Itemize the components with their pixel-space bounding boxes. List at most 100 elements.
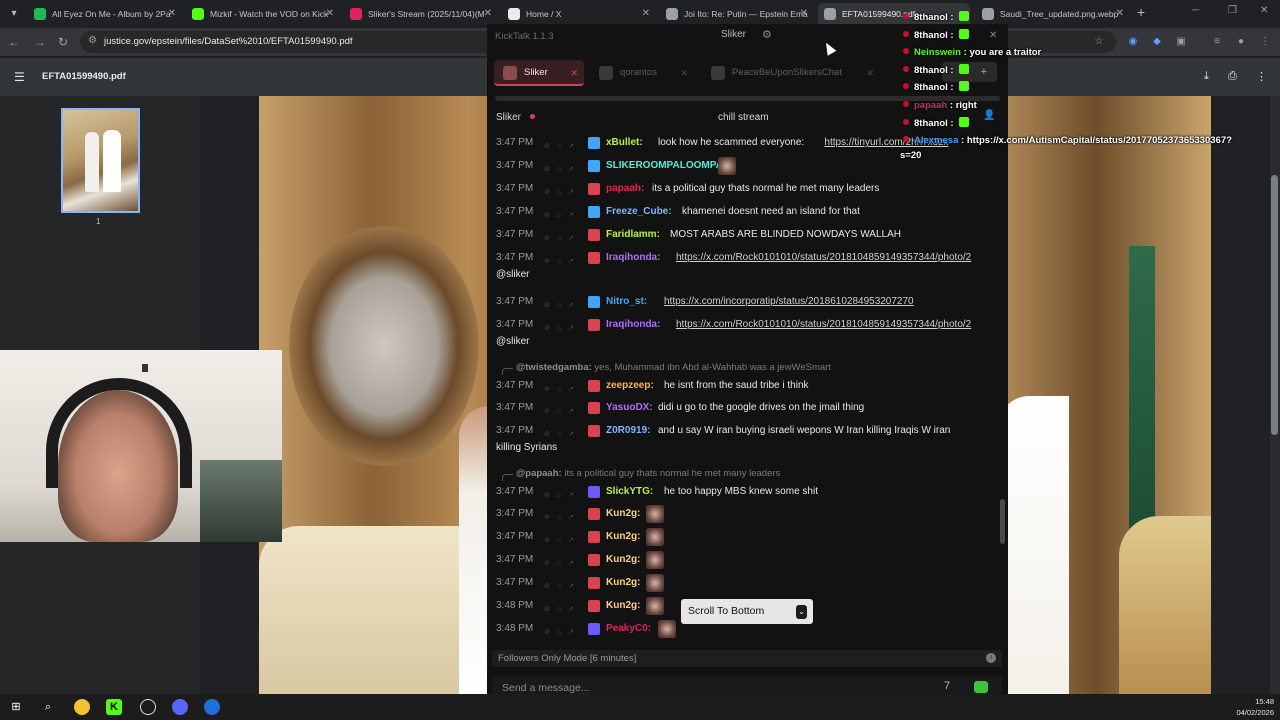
mod-actions-icon[interactable]: ⊘⌂↗ <box>544 624 581 642</box>
mod-actions-icon[interactable]: ⊘⌂↗ <box>544 509 581 527</box>
message-timestamp: 3:47 PM <box>496 183 534 194</box>
username[interactable]: Iraqihonda: <box>606 316 660 334</box>
chat-input[interactable]: Send a message... 7 <box>492 676 1002 694</box>
obs-icon[interactable] <box>140 699 156 715</box>
mod-actions-icon[interactable]: ⊘⌂↗ <box>544 578 581 596</box>
site-info-icon[interactable]: ⚙ <box>88 35 97 46</box>
maximize-icon[interactable]: ❐ <box>1228 5 1237 16</box>
new-tab-icon[interactable]: + <box>1137 4 1145 20</box>
username[interactable]: Kun2g: <box>606 528 640 546</box>
reload-icon[interactable]: ↻ <box>55 34 71 50</box>
username[interactable]: Kun2g: <box>606 574 640 592</box>
close-tab-icon[interactable]: ✕ <box>1116 3 1124 25</box>
pdf-scrollbar-thumb[interactable] <box>1271 175 1278 435</box>
extension-icon[interactable]: ◉ <box>1126 35 1140 49</box>
close-window-icon[interactable]: ✕ <box>1260 5 1268 16</box>
username[interactable]: Z0R0919: <box>606 422 650 440</box>
tab-sliker[interactable]: Sliker ✕ <box>494 60 584 86</box>
emote-picker-icon[interactable]: 7 <box>944 680 950 692</box>
info-icon[interactable]: i <box>986 653 996 663</box>
discord-icon[interactable] <box>172 699 188 715</box>
print-icon[interactable]: ⎙ <box>1228 70 1237 83</box>
username[interactable]: Faridlamm: <box>606 226 660 244</box>
tab-peacebeuponslikerschat[interactable]: PeaceBeUponSlikersChat ✕ <box>702 60 880 86</box>
chrome-icon[interactable] <box>74 699 90 715</box>
message-link[interactable]: https://x.com/Rock0101010/status/2018104… <box>676 316 971 334</box>
username[interactable]: Iraqihonda: <box>606 249 660 267</box>
mod-actions-icon[interactable]: ⊘⌂↗ <box>544 138 581 156</box>
more-options-icon[interactable]: ⋮ <box>1256 70 1267 83</box>
close-tab-icon[interactable]: ✕ <box>642 3 650 25</box>
username[interactable]: Kun2g: <box>606 505 640 523</box>
overlay-chat-message: papaah : right <box>903 99 977 113</box>
windows-start-icon[interactable]: ⊞ <box>8 699 24 715</box>
mod-actions-icon[interactable]: ⊘⌂↗ <box>544 403 581 421</box>
username[interactable]: PeakyC0: <box>606 620 651 638</box>
scroll-to-bottom-button[interactable]: Scroll To Bottom ⌄ <box>681 599 813 624</box>
username[interactable]: Kun2g: <box>606 597 640 615</box>
search-icon[interactable]: ⌕ <box>40 699 56 715</box>
forward-arrow-icon[interactable]: → <box>32 34 48 50</box>
username[interactable]: xBullet: <box>606 134 643 152</box>
mod-actions-icon[interactable]: ⊘⌂↗ <box>544 555 581 573</box>
close-icon[interactable]: ✕ <box>989 30 997 41</box>
tab-search-icon[interactable]: ▾ <box>6 6 22 22</box>
username[interactable]: SlickYTG: <box>606 483 653 501</box>
close-tab-icon[interactable]: ✕ <box>800 3 808 25</box>
username[interactable]: zeepzeep: <box>606 377 654 395</box>
browser-tab[interactable]: Home / X ✕ <box>502 3 654 25</box>
username[interactable]: YasuoDX: <box>606 399 653 417</box>
reading-list-icon[interactable]: ≡ <box>1210 35 1224 49</box>
mod-actions-icon[interactable]: ⊘⌂↗ <box>544 230 581 248</box>
mod-actions-icon[interactable]: ⊘⌂↗ <box>544 601 581 619</box>
username[interactable]: Freeze_Cube: <box>606 203 672 221</box>
close-tab-icon[interactable]: ✕ <box>570 60 578 86</box>
close-tab-icon[interactable]: ✕ <box>484 3 492 25</box>
browser-tab[interactable]: Mizkif - Watch the VOD on Kick ✕ <box>186 3 338 25</box>
mod-actions-icon[interactable]: ⊘⌂↗ <box>544 381 581 399</box>
mod-actions-icon[interactable]: ⊘⌂↗ <box>544 487 581 505</box>
message-link[interactable]: https://x.com/Rock0101010/status/2018104… <box>676 249 971 267</box>
username[interactable]: Kun2g: <box>606 551 640 569</box>
current-user[interactable]: Sliker <box>721 29 746 40</box>
chat-scrollbar[interactable] <box>1000 499 1005 544</box>
more-menu-icon[interactable]: ⋮ <box>1258 35 1272 49</box>
overlay-username: papaah <box>914 100 948 111</box>
minimize-icon[interactable]: ─ <box>1192 5 1199 16</box>
bookmark-star-icon[interactable]: ☆ <box>1092 35 1106 49</box>
mod-actions-icon[interactable]: ⊘⌂↗ <box>544 207 581 225</box>
mod-actions-icon[interactable]: ⊘⌂↗ <box>544 532 581 550</box>
app-icon[interactable] <box>204 699 220 715</box>
download-icon[interactable]: ⤓ <box>1204 70 1209 83</box>
close-tab-icon[interactable]: ✕ <box>680 60 688 86</box>
close-tab-icon[interactable]: ✕ <box>866 60 874 86</box>
browser-tab[interactable]: Joi Ito: Re: Putin — Epstein Ema ✕ <box>660 3 812 25</box>
emote-image <box>646 574 664 592</box>
browser-tab[interactable]: All Eyez On Me - Album by 2Pa ✕ <box>28 3 180 25</box>
kick-emote-icon[interactable] <box>974 681 988 693</box>
close-tab-icon[interactable]: ✕ <box>326 3 334 25</box>
tab-qorantos[interactable]: qorantos ✕ <box>590 60 694 86</box>
browser-tab[interactable]: Sliker's Stream (2025/11/04)(M ✕ <box>344 3 496 25</box>
hamburger-menu-icon[interactable]: ☰ <box>14 70 25 84</box>
mod-actions-icon[interactable]: ⊘⌂↗ <box>544 161 581 179</box>
username[interactable]: Nitro_st: <box>606 293 647 311</box>
shield-icon[interactable]: ◆ <box>1150 35 1164 49</box>
mod-actions-icon[interactable]: ⊘⌂↗ <box>544 320 581 338</box>
mod-actions-icon[interactable]: ⊘⌂↗ <box>544 184 581 202</box>
settings-gear-icon[interactable]: ⚙ <box>762 28 772 41</box>
message-link[interactable]: https://x.com/incorporatip/status/201861… <box>664 293 914 311</box>
globe-icon <box>824 8 836 20</box>
mod-actions-icon[interactable]: ⊘⌂↗ <box>544 253 581 271</box>
back-arrow-icon[interactable]: ← <box>6 34 22 50</box>
user-list-icon[interactable]: 👤 <box>983 110 995 121</box>
username[interactable]: SLIKEROOMPALOOMPA: <box>606 157 726 175</box>
mod-actions-icon[interactable]: ⊘⌂↗ <box>544 297 581 315</box>
close-tab-icon[interactable]: ✕ <box>168 3 176 25</box>
page-thumbnail[interactable] <box>61 108 140 213</box>
browser-tab[interactable]: Saudi_Tree_updated.png.webp ✕ <box>976 3 1128 25</box>
extensions-puzzle-icon[interactable]: ▣ <box>1174 35 1188 49</box>
username[interactable]: papaah: <box>606 180 644 198</box>
profile-avatar-icon[interactable]: ● <box>1234 35 1248 49</box>
kick-icon[interactable]: K <box>106 699 122 715</box>
